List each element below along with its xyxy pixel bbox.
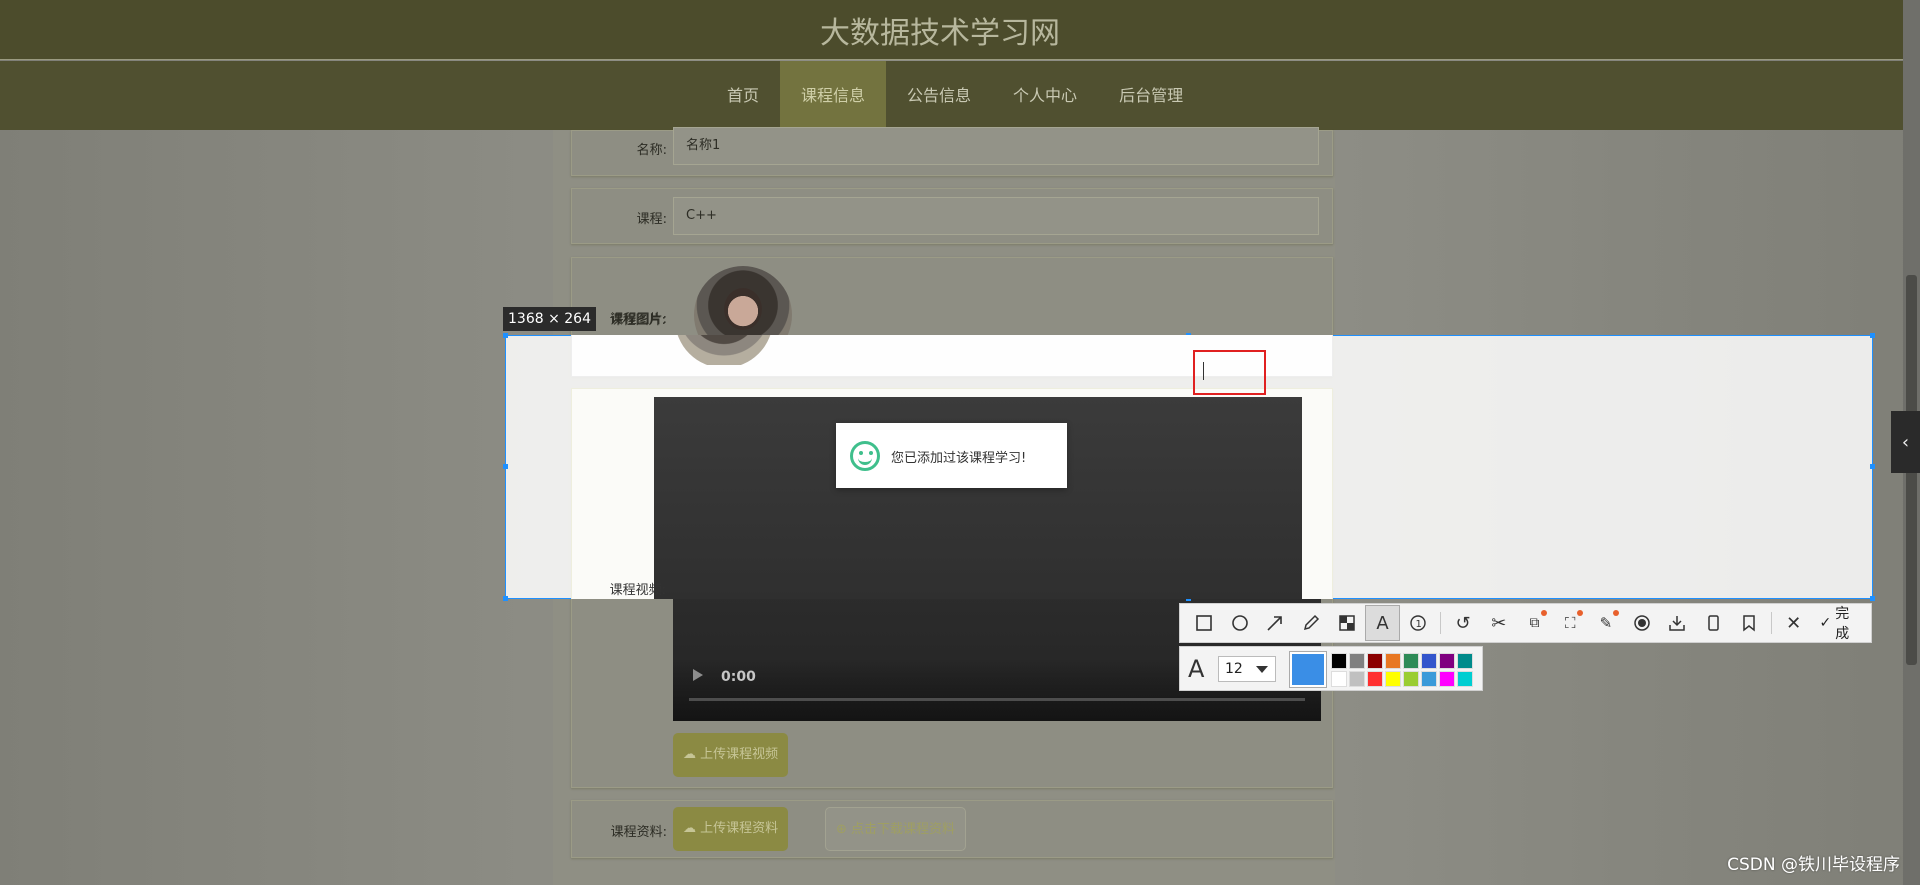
number-icon[interactable]: 1: [1400, 605, 1436, 641]
chevron-left-icon: ‹: [1901, 431, 1910, 453]
record-icon[interactable]: [1624, 605, 1660, 641]
material-label: 课程资料:: [610, 825, 667, 840]
play-icon[interactable]: [693, 669, 703, 681]
download-material-label: 点击下载课程资料: [851, 822, 956, 837]
site-title: 大数据技术学习网: [820, 16, 1060, 51]
nav-admin[interactable]: 后台管理: [1098, 61, 1204, 130]
color-swatch[interactable]: [1331, 653, 1347, 669]
text-icon[interactable]: A: [1364, 605, 1401, 641]
color-swatch[interactable]: [1349, 671, 1365, 687]
row-material: 课程资料: ☁ 上传课程资料 ⊕ 点击下载课程资料: [571, 800, 1333, 858]
svg-text:1: 1: [1416, 619, 1422, 630]
color-swatch[interactable]: [1385, 671, 1401, 687]
current-color[interactable]: [1289, 651, 1327, 688]
cloud-upload-icon: ☁: [683, 747, 701, 762]
color-swatch[interactable]: [1421, 671, 1437, 687]
resize-handle[interactable]: [503, 596, 508, 601]
text-cursor: [1203, 362, 1204, 380]
toolbar-divider: [1770, 612, 1772, 634]
done-button[interactable]: ✓ 完成: [1812, 603, 1871, 643]
download-material-button[interactable]: ⊕ 点击下载课程资料: [825, 807, 967, 851]
course-field[interactable]: C++: [673, 197, 1319, 235]
phone-icon[interactable]: [1695, 605, 1731, 641]
download-icon: ⊕: [836, 822, 852, 837]
nav-personal-center[interactable]: 个人中心: [992, 61, 1098, 130]
site-header: 大数据技术学习网: [0, 0, 1903, 60]
name-label: 名称:: [636, 143, 667, 158]
color-swatch[interactable]: [1367, 653, 1383, 669]
color-swatch[interactable]: [1349, 653, 1365, 669]
main-nav: 首页 课程信息 公告信息 个人中心 后台管理: [0, 61, 1903, 130]
pencil-icon[interactable]: [1293, 605, 1329, 641]
toast-text: 您已添加过该课程学习!: [891, 451, 1027, 466]
color-swatch[interactable]: [1403, 653, 1419, 669]
nav-home[interactable]: 首页: [706, 61, 780, 130]
color-swatch[interactable]: [1385, 653, 1401, 669]
video-progress[interactable]: [689, 698, 1305, 701]
cut-icon[interactable]: ✂: [1481, 605, 1517, 641]
font-size-value: 12: [1225, 661, 1243, 677]
arrow-icon[interactable]: [1257, 605, 1293, 641]
resize-handle[interactable]: [503, 464, 508, 469]
course-image-lit: [675, 335, 773, 365]
bookmark-icon[interactable]: [1731, 605, 1767, 641]
rectangle-icon[interactable]: [1186, 605, 1222, 641]
resize-handle[interactable]: [503, 333, 508, 338]
ellipse-icon[interactable]: [1222, 605, 1258, 641]
toast-message: 您已添加过该课程学习!: [836, 423, 1067, 488]
capture-size-label: 1368 × 264: [503, 307, 596, 331]
upload-video-label: 上传课程视频: [700, 747, 779, 762]
smile-icon: [850, 441, 880, 471]
color-swatch[interactable]: [1439, 671, 1455, 687]
font-size-select[interactable]: 12: [1218, 656, 1276, 682]
watermark: CSDN @铁川毕设程序: [1727, 855, 1900, 875]
font-icon: A: [1188, 655, 1205, 683]
scroll-capture-icon[interactable]: ⛶: [1552, 605, 1588, 641]
check-icon: ✓: [1819, 615, 1832, 631]
pin-icon[interactable]: ✎: [1588, 605, 1624, 641]
collapse-panel-button[interactable]: ‹: [1891, 411, 1920, 473]
close-icon[interactable]: ✕: [1776, 605, 1812, 641]
color-swatch[interactable]: [1457, 671, 1473, 687]
download-icon[interactable]: [1660, 605, 1696, 641]
toolbar-divider: [1440, 612, 1442, 634]
color-swatch[interactable]: [1421, 653, 1437, 669]
upload-material-button[interactable]: ☁ 上传课程资料: [673, 807, 789, 851]
undo-icon[interactable]: ↺: [1445, 605, 1481, 641]
upload-video-button[interactable]: ☁ 上传课程视频: [673, 733, 789, 777]
color-swatch[interactable]: [1367, 671, 1383, 687]
resize-handle[interactable]: [1870, 333, 1875, 338]
color-swatch[interactable]: [1457, 653, 1473, 669]
color-palette: [1331, 653, 1474, 688]
chevron-down-icon: [1256, 666, 1268, 673]
resize-handle[interactable]: [1870, 464, 1875, 469]
capture-toolbar: A 1 ↺ ✂ ⧉ ⛶ ✎ ✕ ✓ 完成: [1179, 603, 1872, 643]
video-label-lit: 课程视频:: [609, 583, 666, 598]
nav-announcements[interactable]: 公告信息: [886, 61, 992, 130]
color-swatch[interactable]: [1439, 653, 1455, 669]
row-course: 课程: C++: [571, 188, 1333, 244]
ocr-icon[interactable]: ⧉: [1517, 605, 1553, 641]
name-field[interactable]: 名称1: [673, 127, 1319, 165]
text-style-bar: A 12: [1179, 646, 1483, 691]
video-time: 0:00: [721, 669, 756, 685]
nav-course-info[interactable]: 课程信息: [780, 61, 887, 130]
upload-material-label: 上传课程资料: [700, 821, 779, 836]
row-name: 名称: 名称1: [571, 127, 1333, 176]
resize-handle[interactable]: [1870, 596, 1875, 601]
text-annotation-box[interactable]: [1193, 350, 1266, 395]
done-label: 完成: [1835, 606, 1850, 642]
color-swatch[interactable]: [1403, 671, 1419, 687]
cloud-upload-icon: ☁: [683, 821, 701, 836]
mosaic-icon[interactable]: [1329, 605, 1365, 641]
course-label: 课程:: [636, 212, 667, 227]
color-swatch[interactable]: [1331, 671, 1347, 687]
